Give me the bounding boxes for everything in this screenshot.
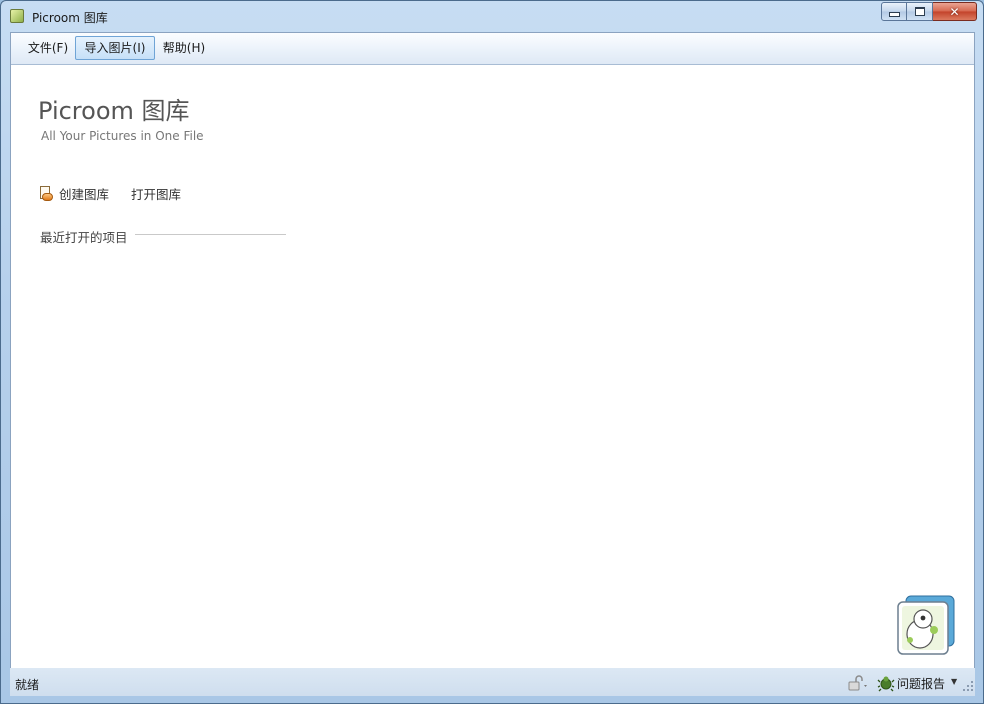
bug-icon[interactable] — [877, 674, 895, 692]
create-library-label: 创建图库 — [59, 187, 110, 202]
report-problem-button[interactable]: 问题报告 — [897, 675, 945, 692]
close-button[interactable]: ✕ — [933, 2, 977, 21]
close-icon: ✕ — [949, 4, 960, 19]
mascot-icon — [897, 595, 955, 655]
window-title: Picroom 图库 — [32, 11, 108, 25]
maximize-icon — [914, 7, 925, 16]
status-bar: 就绪 问题报告 ▼ — [10, 668, 975, 696]
new-library-icon — [39, 185, 53, 202]
menu-help[interactable]: 帮助(H) — [157, 36, 211, 60]
maximize-button[interactable] — [907, 2, 933, 21]
recent-divider — [135, 234, 286, 235]
lock-icon[interactable] — [848, 675, 870, 691]
title-bar[interactable]: Picroom 图库 ✕ — [1, 1, 983, 31]
menu-file[interactable]: 文件(F) — [18, 36, 78, 60]
app-window: Picroom 图库 ✕ 文件(F) 导入图片(I) 帮助(H) Picroom… — [0, 0, 984, 704]
app-icon[interactable] — [10, 9, 24, 23]
open-library-link[interactable]: 打开图库 — [131, 184, 181, 203]
status-text: 就绪 — [15, 678, 40, 692]
menu-bar: 文件(F) 导入图片(I) 帮助(H) — [11, 33, 974, 65]
recent-projects-heading: 最近打开的项目 — [40, 230, 128, 245]
resize-grip-icon[interactable] — [962, 680, 974, 692]
create-library-link[interactable]: 创建图库 — [39, 184, 109, 203]
home-title: Picroom 图库 — [38, 97, 190, 125]
report-dropdown-icon[interactable]: ▼ — [951, 677, 957, 686]
caption-buttons: ✕ — [881, 2, 977, 22]
minimize-icon — [888, 12, 900, 17]
main-content: 文件(F) 导入图片(I) 帮助(H) Picroom 图库 All Your … — [10, 32, 975, 696]
open-library-label: 打开图库 — [131, 187, 182, 202]
menu-import-pictures[interactable]: 导入图片(I) — [75, 36, 155, 60]
minimize-button[interactable] — [881, 2, 907, 21]
home-subtitle: All Your Pictures in One File — [41, 129, 204, 143]
